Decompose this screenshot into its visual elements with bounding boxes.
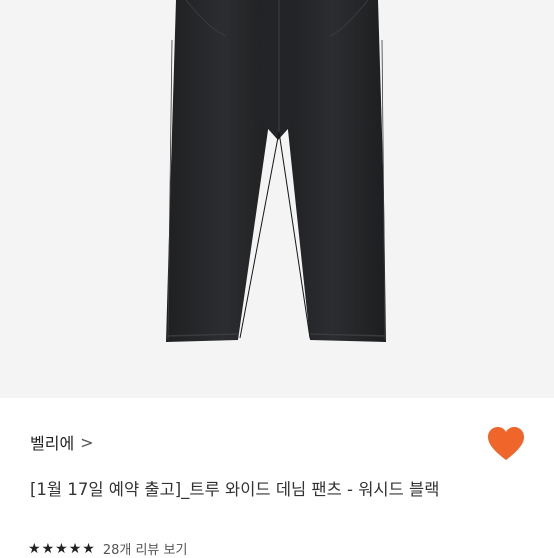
product-image[interactable] <box>0 0 554 398</box>
product-info: 벨리에 > [1월 17일 예약 출고]_트루 와이드 데님 팬츠 - 워시드 … <box>0 398 554 558</box>
star-icon: ★ <box>55 540 68 557</box>
chevron-right-icon: > <box>80 432 94 452</box>
star-rating: ★ ★ ★ ★ ★ <box>28 541 95 557</box>
denim-pants-illustration <box>165 0 387 342</box>
rating-row[interactable]: ★ ★ ★ ★ ★ 28개 리뷰 보기 <box>28 539 187 558</box>
star-icon: ★ <box>68 540 82 557</box>
product-title: [1월 17일 예약 출고]_트루 와이드 데님 팬츠 - 워시드 블랙 <box>30 480 440 499</box>
brand-name: 벨리에 <box>30 434 75 453</box>
star-icon: ★ <box>28 540 41 557</box>
star-icon: ★ <box>41 540 55 557</box>
brand-link[interactable]: 벨리에 > <box>30 430 94 454</box>
wishlist-heart-icon[interactable] <box>486 426 526 462</box>
review-count-link[interactable]: 28개 리뷰 보기 <box>103 539 188 558</box>
star-icon: ★ <box>82 540 95 557</box>
